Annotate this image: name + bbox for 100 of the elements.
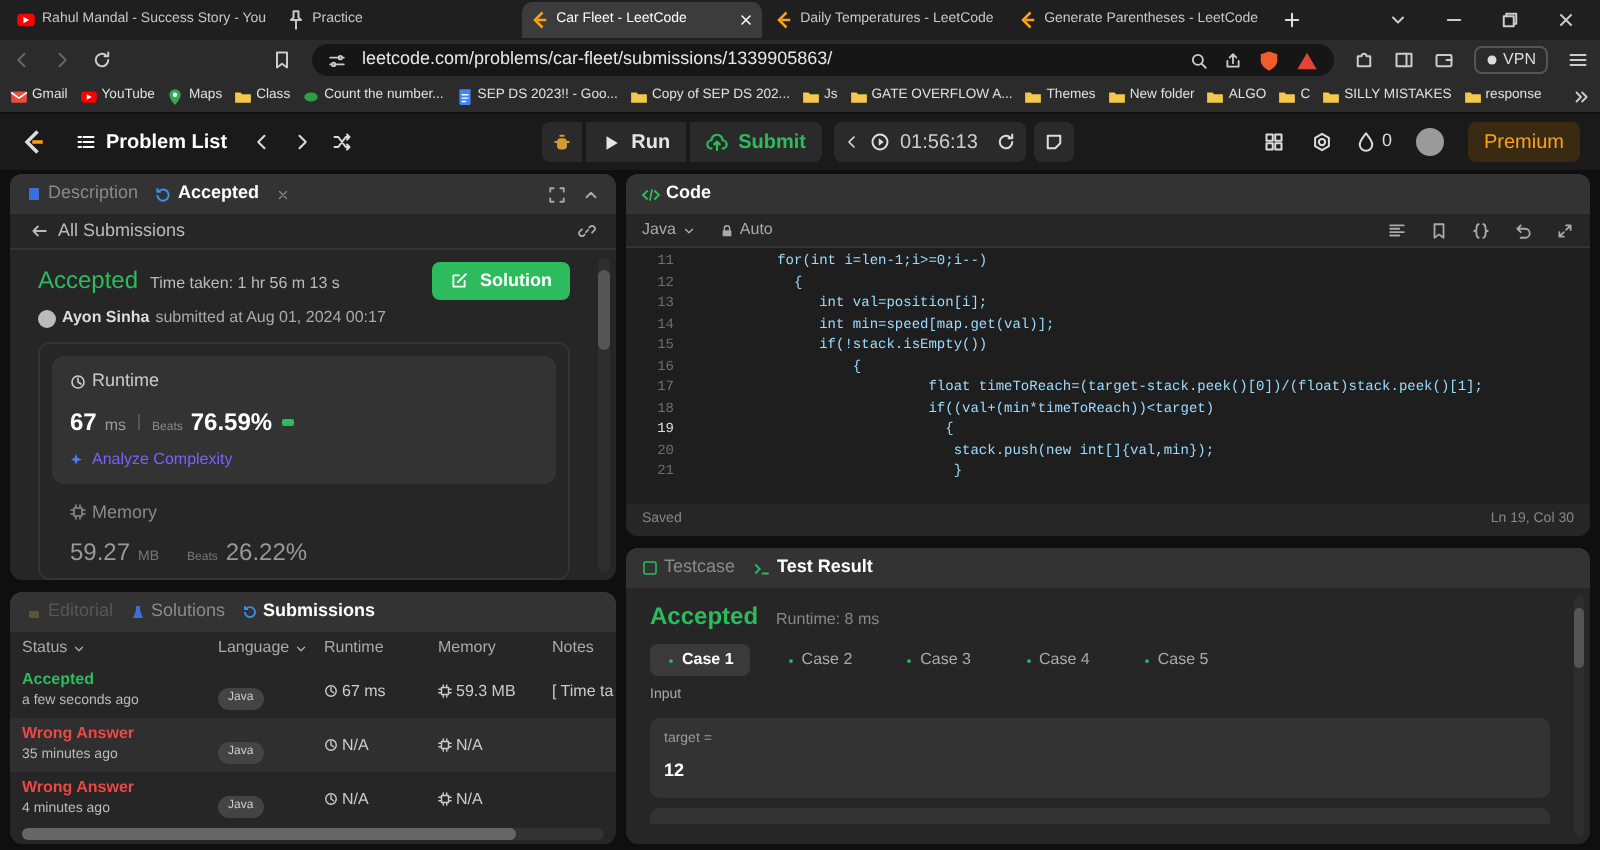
panel-tab[interactable]: Test Result <box>751 554 873 582</box>
url-text: leetcode.com/problems/car-fleet/submissions/1339905863/ <box>362 46 835 73</box>
case-tab[interactable]: Case 5 <box>1125 644 1225 676</box>
column-header: Memory <box>438 636 498 660</box>
bookmark-icon[interactable] <box>272 50 292 70</box>
link-icon[interactable] <box>578 222 596 240</box>
folder-icon <box>629 87 648 105</box>
scrollbar[interactable] <box>598 258 610 572</box>
menu-icon[interactable] <box>1568 50 1588 70</box>
language-dropdown[interactable]: Java <box>642 218 696 242</box>
folder-icon <box>1206 87 1225 105</box>
case-tab[interactable]: Case 4 <box>1007 644 1106 676</box>
zoom-icon[interactable] <box>1189 51 1208 69</box>
bookmark-icon[interactable] <box>1430 221 1448 239</box>
badge-icon <box>280 413 297 429</box>
case-tab[interactable]: Case 1 <box>650 644 750 676</box>
avatar <box>38 309 56 327</box>
more-icon[interactable] <box>1572 87 1590 105</box>
code-icon <box>642 185 660 203</box>
cloud-upload-icon <box>706 131 729 153</box>
terminal-icon <box>751 559 772 577</box>
shuffle-icon[interactable] <box>331 132 352 152</box>
chevron-left-icon[interactable] <box>843 134 860 150</box>
sidebar-icon[interactable] <box>1393 50 1414 70</box>
layout-icon[interactable] <box>1263 132 1284 152</box>
status-dot-icon <box>785 655 796 665</box>
site-settings-icon <box>328 51 346 69</box>
address-bar[interactable]: leetcode.com/problems/car-fleet/submissions/1339905863/ <box>312 44 1334 76</box>
status-dot-icon <box>1141 655 1152 665</box>
note-icon <box>1043 132 1064 152</box>
clock-icon <box>70 373 86 390</box>
reload-icon[interactable] <box>92 50 112 70</box>
triangle-icon[interactable] <box>1295 49 1318 71</box>
timer-icon[interactable] <box>869 132 890 152</box>
close-icon[interactable] <box>738 12 755 28</box>
restore-icon[interactable] <box>1500 10 1520 30</box>
edit-icon <box>450 272 468 290</box>
play-logo-icon <box>16 10 36 30</box>
avatar[interactable] <box>1416 128 1444 156</box>
column-header: Runtime <box>324 636 386 660</box>
drop-icon[interactable] <box>1355 132 1376 152</box>
memory-value: 59.27 <box>70 536 131 570</box>
code-editor[interactable] <box>626 248 1590 504</box>
submit-button[interactable]: Submit <box>690 122 822 162</box>
wallet-icon[interactable] <box>1433 50 1454 70</box>
panel-tab[interactable]: Testcase <box>642 554 736 582</box>
chevron-down-icon <box>681 223 696 237</box>
status-dot-icon <box>1023 655 1034 665</box>
folder-icon <box>1024 87 1043 105</box>
settings-icon[interactable] <box>1311 132 1332 152</box>
chevron-down-icon <box>293 641 308 655</box>
shield-icon[interactable] <box>1257 49 1280 71</box>
undo-icon[interactable] <box>1514 221 1532 239</box>
chevron-down-icon <box>71 641 86 655</box>
clock-icon <box>324 792 338 806</box>
debug-button[interactable] <box>541 122 582 162</box>
column-header[interactable]: Status <box>22 636 218 660</box>
panel-tab[interactable]: Description <box>26 180 139 208</box>
vpn-button[interactable]: VPN <box>1473 46 1548 74</box>
panel-tab[interactable]: Solutions <box>129 598 226 626</box>
share-icon[interactable] <box>1223 51 1242 69</box>
all-submissions-link[interactable]: All Submissions <box>30 217 186 245</box>
horizontal-scrollbar[interactable] <box>22 828 604 840</box>
premium-button[interactable]: Premium <box>1468 122 1581 162</box>
sparkle-icon <box>70 451 86 467</box>
history-icon <box>241 604 258 620</box>
panel-tab[interactable]: Submissions <box>241 598 376 626</box>
bug-icon <box>551 132 572 152</box>
column-header[interactable]: Language <box>218 636 324 660</box>
format-icon[interactable] <box>1388 221 1406 239</box>
status-text: Accepted <box>22 668 97 693</box>
map-pin-icon <box>166 87 185 105</box>
braces-icon[interactable] <box>1472 221 1490 239</box>
logo-icon[interactable] <box>20 128 48 156</box>
puzzle-icon[interactable] <box>1353 50 1374 70</box>
case-tab[interactable]: Case 2 <box>769 644 869 676</box>
expand-icon[interactable] <box>1556 221 1574 239</box>
runtime-cell: N/A <box>324 733 438 757</box>
case-tab[interactable]: Case 3 <box>888 644 988 676</box>
problem-list-button[interactable]: Problem List <box>76 127 228 157</box>
memory-title: Memory <box>70 499 538 526</box>
new-tab-icon[interactable] <box>1282 10 1303 30</box>
arrow-left-icon <box>30 222 48 240</box>
note-button[interactable] <box>1033 122 1074 162</box>
status-text: Wrong Answer <box>22 776 137 801</box>
fullscreen-icon[interactable] <box>548 185 566 203</box>
scrollbar[interactable] <box>1574 596 1584 836</box>
submitted-text: submitted at Aug 01, 2024 00:17 <box>155 306 386 330</box>
reset-icon[interactable] <box>995 132 1016 152</box>
notes-cell: [ Time ta <box>552 679 614 703</box>
close-icon[interactable] <box>1556 10 1576 30</box>
pin-icon <box>286 10 307 30</box>
runtime-value: 67 <box>70 405 97 439</box>
flask-icon <box>129 604 146 620</box>
chip-icon <box>70 504 86 521</box>
user-name[interactable]: Ayon Sinha <box>62 306 150 330</box>
run-button[interactable]: Run <box>585 122 687 162</box>
panel-tab[interactable]: Accepted <box>154 180 260 208</box>
play-logo-icon <box>79 87 98 105</box>
chip-icon <box>438 792 452 806</box>
